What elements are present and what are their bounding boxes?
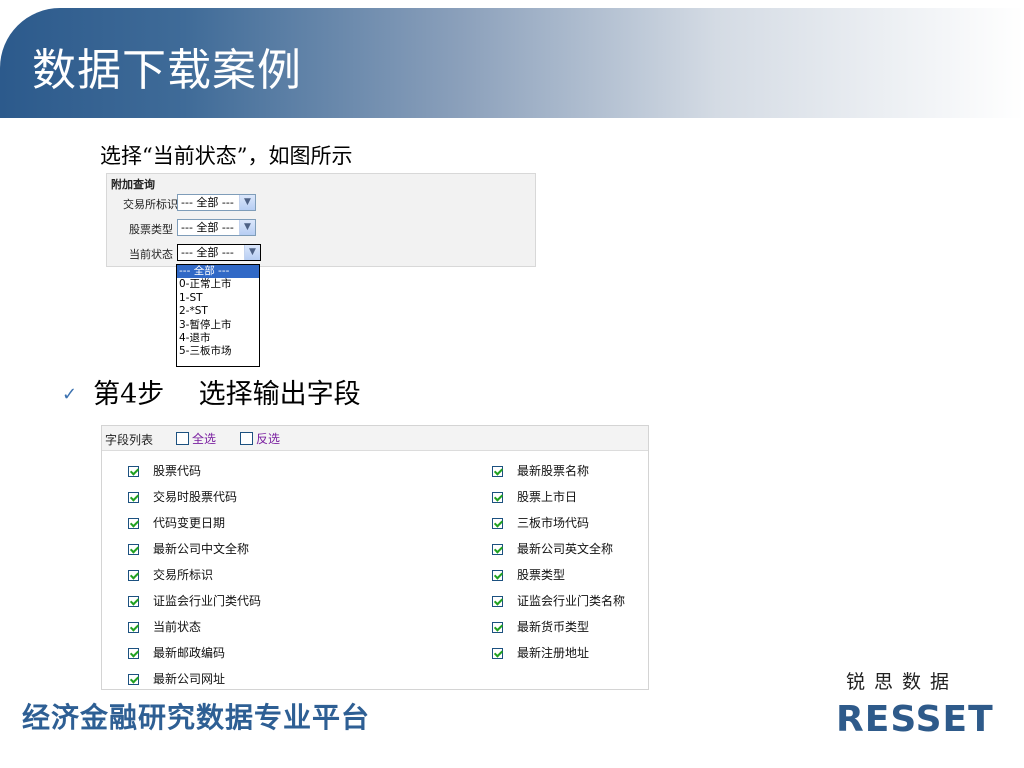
- field-label: 最新公司网址: [153, 672, 226, 686]
- field-checkbox[interactable]: [492, 570, 503, 581]
- field-label: 最新货币类型: [517, 620, 590, 634]
- field-list-header: 字段列表 全选 反选: [102, 426, 648, 451]
- stock-type-select[interactable]: --- 全部 --- ▼: [177, 219, 256, 236]
- field-item[interactable]: 最新公司英文全称: [492, 540, 613, 558]
- field-checkbox[interactable]: [128, 544, 139, 555]
- field-item[interactable]: 股票代码: [128, 462, 201, 480]
- chevron-down-icon[interactable]: ▼: [239, 195, 255, 210]
- field-label: 交易所标识: [153, 568, 214, 582]
- select-all-label[interactable]: 全选: [192, 432, 216, 446]
- field-label: 交易时股票代码: [153, 490, 238, 504]
- current-status-select[interactable]: --- 全部 --- ▼: [177, 244, 261, 261]
- stock-type-select-value: --- 全部 ---: [181, 221, 234, 234]
- invert-select-checkbox[interactable]: [240, 432, 253, 445]
- select-all-option[interactable]: 全选: [176, 430, 216, 447]
- field-checkbox[interactable]: [492, 622, 503, 633]
- checkmark-icon: ✓: [62, 384, 78, 405]
- chevron-down-icon[interactable]: ▼: [239, 220, 255, 235]
- dropdown-option[interactable]: 2-*ST: [177, 305, 259, 318]
- field-item[interactable]: 最新邮政编码: [128, 644, 225, 662]
- invert-select-option[interactable]: 反选: [240, 430, 280, 447]
- field-checkbox[interactable]: [128, 466, 139, 477]
- field-item[interactable]: 最新公司网址: [128, 670, 225, 688]
- field-checkbox[interactable]: [492, 518, 503, 529]
- field-label: 最新邮政编码: [153, 646, 226, 660]
- field-label: 最新公司英文全称: [517, 542, 614, 556]
- field-label: 最新公司中文全称: [153, 542, 250, 556]
- field-label: 股票上市日: [517, 490, 578, 504]
- field-checkbox[interactable]: [128, 492, 139, 503]
- field-checkbox[interactable]: [492, 544, 503, 555]
- field-label: 当前状态: [153, 620, 202, 634]
- current-status-row: 当前状态: [107, 244, 173, 262]
- dropdown-option[interactable]: 4-退市: [177, 332, 259, 345]
- exchange-select-value: --- 全部 ---: [181, 196, 234, 209]
- field-list-panel: 字段列表 全选 反选 股票代码 交易时股票代码 代码变更日期 最新公司中文全称 …: [101, 425, 649, 690]
- dropdown-option[interactable]: 3-暂停上市: [177, 319, 259, 332]
- dropdown-option[interactable]: 5-三板市场: [177, 345, 259, 358]
- chevron-down-icon[interactable]: ▼: [244, 245, 260, 260]
- slide-header: 数据下载案例: [0, 8, 1024, 118]
- dropdown-option[interactable]: 0-正常上市: [177, 278, 259, 291]
- field-checkbox[interactable]: [128, 518, 139, 529]
- stock-type-label: 股票类型: [129, 223, 173, 236]
- field-label: 最新股票名称: [517, 464, 590, 478]
- field-checkbox[interactable]: [128, 674, 139, 685]
- dropdown-option[interactable]: --- 全部 ---: [177, 265, 259, 279]
- field-item[interactable]: 最新股票名称: [492, 462, 589, 480]
- field-label: 代码变更日期: [153, 516, 226, 530]
- field-item[interactable]: 交易时股票代码: [128, 488, 237, 506]
- logo-english: RESSET: [836, 699, 994, 740]
- field-item[interactable]: 最新公司中文全称: [128, 540, 249, 558]
- field-item[interactable]: 证监会行业门类代码: [128, 592, 261, 610]
- page-title: 数据下载案例: [32, 45, 302, 96]
- field-label: 三板市场代码: [517, 516, 590, 530]
- dropdown-option[interactable]: 1-ST: [177, 292, 259, 305]
- current-status-select-value: --- 全部 ---: [181, 246, 234, 259]
- select-all-checkbox[interactable]: [176, 432, 189, 445]
- additional-query-panel: 附加查询 交易所标识 --- 全部 --- ▼ 股票类型 --- 全部 --- …: [106, 173, 536, 267]
- exchange-label: 交易所标识: [123, 198, 178, 211]
- field-label: 股票类型: [517, 568, 566, 582]
- field-checkbox[interactable]: [492, 648, 503, 659]
- field-label: 证监会行业门类代码: [153, 594, 262, 608]
- field-item[interactable]: 三板市场代码: [492, 514, 589, 532]
- platform-tagline: 经济金融研究数据专业平台: [22, 701, 371, 734]
- field-item[interactable]: 当前状态: [128, 618, 201, 636]
- field-checkbox[interactable]: [492, 492, 503, 503]
- intro-text: 选择“当前状态”，如图所示: [100, 144, 353, 168]
- current-status-label: 当前状态: [129, 248, 173, 261]
- step-heading: ✓ 第4步 选择输出字段: [62, 378, 361, 412]
- field-label: 股票代码: [153, 464, 202, 478]
- field-item[interactable]: 代码变更日期: [128, 514, 225, 532]
- field-list-label: 字段列表: [105, 433, 154, 447]
- current-status-dropdown: --- 全部 --- 0-正常上市 1-ST 2-*ST 3-暂停上市 4-退市…: [176, 264, 260, 367]
- field-item[interactable]: 股票类型: [492, 566, 565, 584]
- step-label: 第4步 选择输出字段: [93, 379, 361, 410]
- panel-title: 附加查询: [111, 178, 155, 191]
- field-item[interactable]: 股票上市日: [492, 488, 577, 506]
- field-checkbox[interactable]: [492, 466, 503, 477]
- field-checkbox[interactable]: [128, 596, 139, 607]
- stock-type-row: 股票类型: [107, 219, 173, 237]
- field-checkbox[interactable]: [128, 570, 139, 581]
- field-label: 最新注册地址: [517, 646, 590, 660]
- logo-chinese: 锐思数据: [846, 671, 959, 693]
- field-label: 证监会行业门类名称: [517, 594, 626, 608]
- field-item[interactable]: 最新货币类型: [492, 618, 589, 636]
- field-checkbox[interactable]: [128, 648, 139, 659]
- field-item[interactable]: 证监会行业门类名称: [492, 592, 625, 610]
- field-item[interactable]: 交易所标识: [128, 566, 213, 584]
- field-checkbox[interactable]: [492, 596, 503, 607]
- field-item[interactable]: 最新注册地址: [492, 644, 589, 662]
- exchange-select[interactable]: --- 全部 --- ▼: [177, 194, 256, 211]
- exchange-row: 交易所标识: [107, 194, 178, 212]
- invert-select-label[interactable]: 反选: [256, 432, 280, 446]
- field-checkbox[interactable]: [128, 622, 139, 633]
